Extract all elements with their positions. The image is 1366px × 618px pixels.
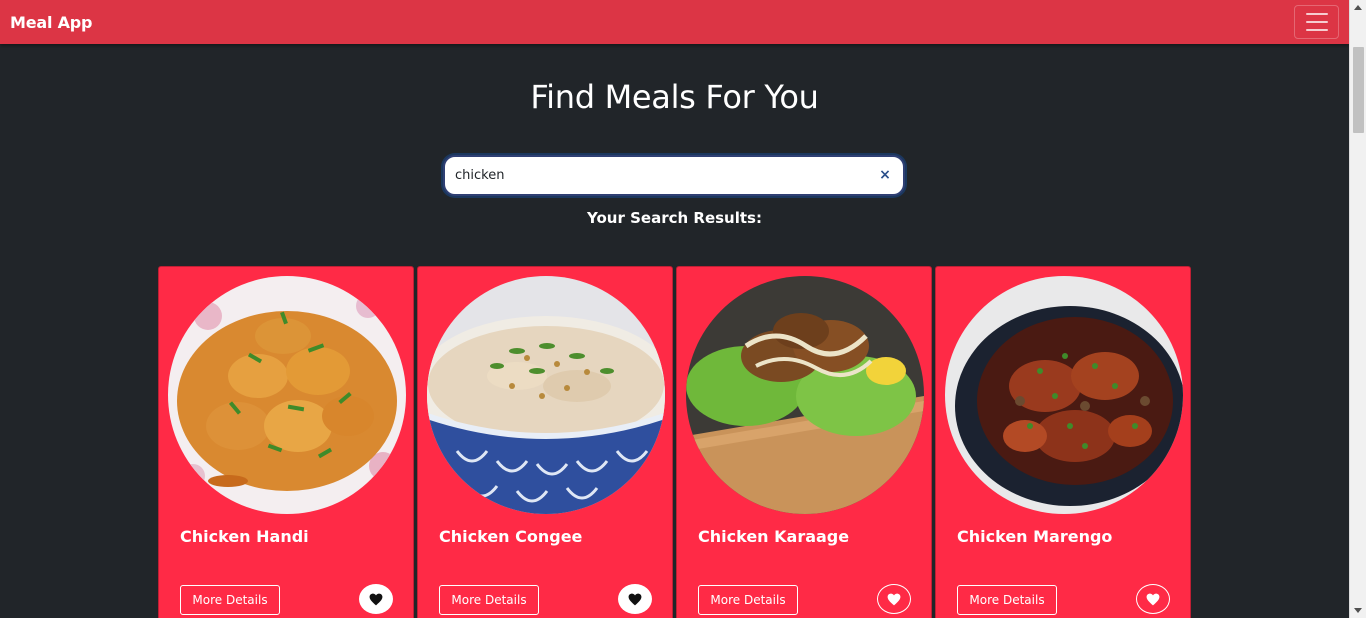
brand-link[interactable]: Meal App	[10, 13, 93, 32]
heart-icon	[887, 593, 901, 605]
heart-icon	[1146, 593, 1160, 605]
meal-card: Chicken Karaage More Details	[676, 266, 932, 618]
meal-image	[168, 276, 406, 514]
heart-icon	[628, 593, 642, 605]
meal-title: Chicken Handi	[180, 527, 309, 546]
more-details-button[interactable]: More Details	[180, 585, 280, 615]
clear-search-icon[interactable]: ×	[877, 167, 893, 183]
favorite-button[interactable]	[877, 584, 911, 614]
meal-image	[945, 276, 1183, 514]
scroll-up-icon[interactable]	[1354, 5, 1362, 10]
meal-image	[427, 276, 665, 514]
search-box: ×	[443, 155, 905, 196]
page: Meal App Find Meals For You × Your Searc…	[0, 0, 1366, 618]
meal-results-grid: Chicken Handi More Details Chicken Conge…	[158, 266, 1191, 618]
favorite-button[interactable]	[1136, 584, 1170, 614]
navbar: Meal App	[0, 0, 1349, 44]
page-title: Find Meals For You	[530, 78, 819, 116]
meal-title: Chicken Karaage	[698, 527, 850, 546]
meal-title: Chicken Marengo	[957, 527, 1113, 546]
more-details-button[interactable]: More Details	[957, 585, 1057, 615]
favorite-button[interactable]	[359, 584, 393, 614]
more-details-button[interactable]: More Details	[439, 585, 539, 615]
scroll-down-icon[interactable]	[1354, 608, 1362, 613]
favorite-button[interactable]	[618, 584, 652, 614]
meal-card: Chicken Handi More Details	[158, 266, 414, 618]
hamburger-icon-bar	[1305, 13, 1328, 15]
navbar-toggler-button[interactable]	[1294, 5, 1339, 39]
hamburger-icon-bar	[1305, 21, 1328, 23]
search-input[interactable]	[445, 157, 865, 194]
vertical-scrollbar[interactable]	[1349, 0, 1366, 618]
meal-card: Chicken Marengo More Details	[935, 266, 1191, 618]
heart-icon	[369, 593, 383, 605]
more-details-button[interactable]: More Details	[698, 585, 798, 615]
meal-title: Chicken Congee	[439, 527, 583, 546]
meal-card: Chicken Congee More Details	[417, 266, 673, 618]
meal-image	[686, 276, 924, 514]
scroll-thumb[interactable]	[1353, 47, 1364, 133]
results-label: Your Search Results:	[587, 209, 762, 227]
hamburger-icon-bar	[1305, 29, 1328, 31]
